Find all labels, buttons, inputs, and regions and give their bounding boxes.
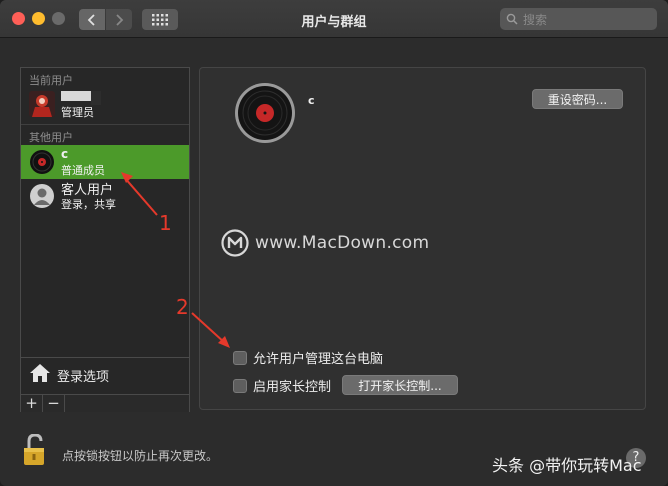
admin-avatar xyxy=(29,91,55,117)
search-placeholder: 搜索 xyxy=(523,12,548,27)
user-list-sidebar: 当前用户 管理员 其他用户 c 普通成员 客人用户 登录，共享 登录选项 + − xyxy=(20,67,190,412)
user-item-current[interactable]: 管理员 xyxy=(21,87,189,121)
parental-controls-checkbox[interactable] xyxy=(233,378,247,393)
redacted-name-block xyxy=(61,91,91,101)
current-user-role: 管理员 xyxy=(61,106,94,119)
open-parental-controls-button[interactable]: 打开家长控制... xyxy=(342,375,458,395)
user-item-c[interactable]: c 普通成员 xyxy=(21,145,189,179)
lock-hint-text: 点按锁按钮以防止再次更改。 xyxy=(62,449,219,463)
allow-admin-label: 允许用户管理这台电脑 xyxy=(253,352,384,367)
vinyl-record-avatar-large[interactable] xyxy=(234,82,296,144)
title-bar: 用户与群组 搜索 xyxy=(0,0,668,38)
annotation-label-1: 1 xyxy=(159,211,172,235)
user-item-guest[interactable]: 客人用户 登录，共享 xyxy=(21,179,189,213)
other-users-heading: 其他用户 xyxy=(29,131,73,144)
watermark-text: www.MacDown.com xyxy=(255,233,430,253)
source-credit: 头条 @带你玩转Mac xyxy=(492,456,642,475)
macdown-logo-icon xyxy=(221,229,249,257)
selected-user-name: c xyxy=(308,94,315,107)
current-users-heading: 当前用户 xyxy=(29,74,73,87)
search-icon xyxy=(506,13,518,25)
login-options-label: 登录选项 xyxy=(57,370,110,385)
annotation-label-2: 2 xyxy=(176,295,189,319)
watermark: www.MacDown.com xyxy=(221,229,429,257)
allow-admin-row[interactable]: 允许用户管理这台电脑 xyxy=(233,348,383,367)
user-c-role: 普通成员 xyxy=(61,164,105,177)
parental-controls-row[interactable]: 启用家长控制 xyxy=(233,376,331,395)
add-remove-bar: + − xyxy=(21,394,189,412)
vinyl-record-avatar xyxy=(30,150,54,174)
guest-user-icon xyxy=(30,184,54,208)
reset-password-button[interactable]: 重设密码... xyxy=(532,89,623,109)
redacted-name-gap xyxy=(91,91,101,105)
search-input[interactable]: 搜索 xyxy=(500,8,657,30)
guest-user-role: 登录，共享 xyxy=(61,198,116,211)
allow-admin-checkbox[interactable] xyxy=(233,350,247,365)
login-options-item[interactable]: 登录选项 xyxy=(21,357,189,390)
house-icon xyxy=(30,364,50,382)
add-user-button[interactable]: + xyxy=(21,395,43,412)
users-groups-window: 用户与群组 搜索 当前用户 管理员 其他用户 c 普通成员 客人用户 登录，共享… xyxy=(0,0,668,486)
remove-user-button[interactable]: − xyxy=(43,395,65,412)
parental-controls-label: 启用家长控制 xyxy=(253,380,332,395)
user-c-name: c xyxy=(61,147,69,161)
sidebar-divider xyxy=(21,124,189,125)
unlocked-padlock-icon[interactable] xyxy=(22,434,48,466)
